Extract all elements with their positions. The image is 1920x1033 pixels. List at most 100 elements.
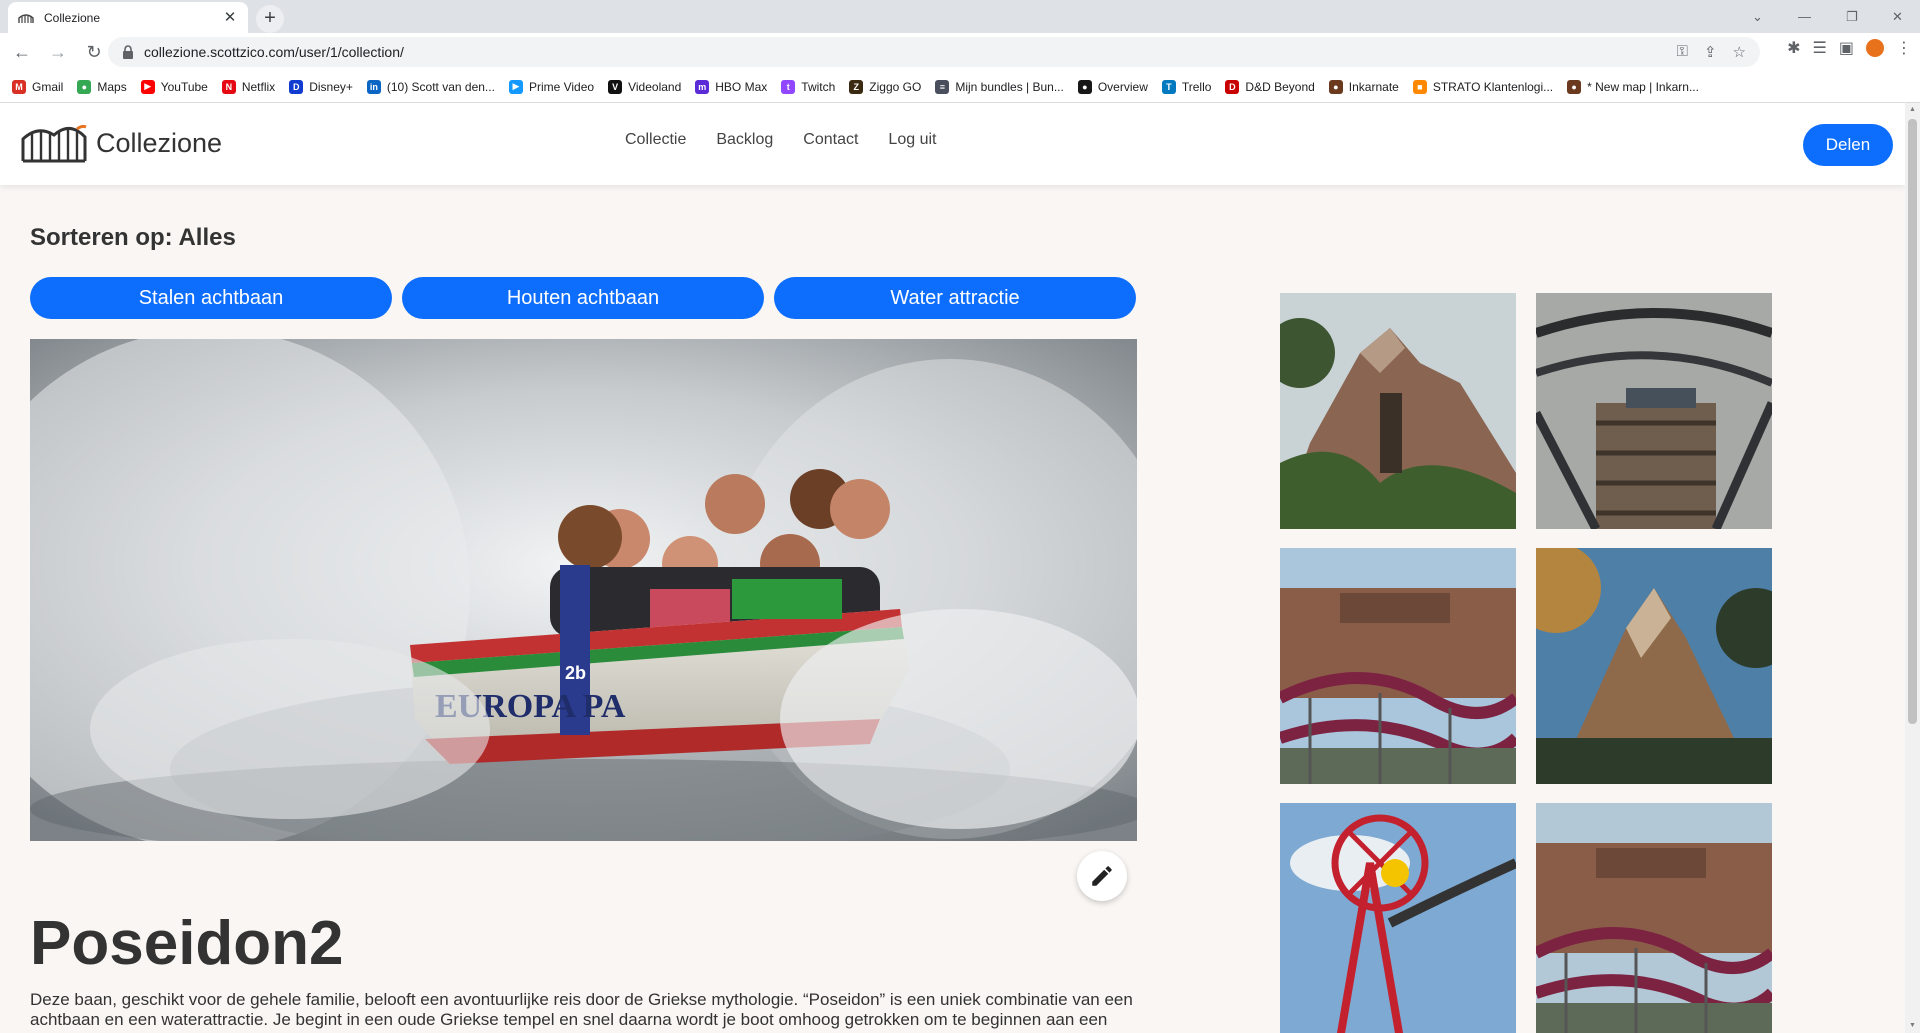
bookmark-label: HBO Max [715, 79, 768, 94]
bookmark-item[interactable]: ● Overview [1077, 79, 1148, 94]
linkedin-icon: in [366, 79, 381, 94]
bookmark-label: Maps [97, 79, 127, 94]
bookmark-item[interactable]: D D&D Beyond [1225, 79, 1315, 94]
side-panel-icon[interactable]: ▣ [1839, 38, 1854, 58]
bookmark-label: D&D Beyond [1245, 79, 1315, 94]
nav-log-uit[interactable]: Log uit [888, 131, 936, 149]
bookmark-label: Gmail [32, 79, 64, 94]
gallery-thumb-mountain-coaster[interactable] [1280, 293, 1516, 529]
bookmark-item[interactable]: ● Maps [77, 79, 127, 94]
reload-icon[interactable]: ↻ [80, 38, 108, 66]
bookmark-label: Disney+ [309, 79, 353, 94]
bookmark-item[interactable]: ● Inkarnate [1328, 79, 1399, 94]
scrollbar-thumb[interactable] [1908, 119, 1917, 724]
boat-number: 2b [565, 663, 586, 683]
sort-title: Sorteren op: Alles [30, 224, 236, 251]
gallery-thumb-steel-coaster-station[interactable] [1280, 548, 1516, 784]
prime-video-icon: ▶ [508, 79, 523, 94]
dnd-beyond-icon: D [1225, 79, 1240, 94]
main-nav: Collectie Backlog Contact Log uit [625, 131, 936, 149]
back-icon[interactable]: ← [8, 38, 36, 66]
bookmark-item[interactable]: ● * New map | Inkarn... [1567, 79, 1699, 94]
key-icon[interactable]: ⚿ [1677, 43, 1688, 61]
bookmark-item[interactable]: ▶ YouTube [140, 79, 208, 94]
bookmark-item[interactable]: ▶ Prime Video [508, 79, 594, 94]
inkarnate-icon: ● [1567, 79, 1582, 94]
forward-icon[interactable]: → [44, 38, 72, 66]
bookmark-label: Netflix [241, 79, 276, 94]
ride-title: Poseidon2 [30, 909, 344, 978]
browser-tabbar: Collezione ✕ + ⌄ — ❐ ✕ [0, 0, 1920, 33]
page-scrollbar[interactable]: ▲ ▼ [1905, 103, 1920, 1033]
nav-backlog[interactable]: Backlog [716, 131, 773, 149]
maps-icon: ● [77, 79, 92, 94]
close-window-icon[interactable]: ✕ [1892, 0, 1903, 33]
netflix-icon: N [221, 79, 236, 94]
url-text: collezione.scottzico.com/user/1/collecti… [144, 44, 404, 60]
videoland-icon: V [608, 79, 623, 94]
scroll-down-icon[interactable]: ▼ [1905, 1019, 1920, 1033]
gallery-thumb-wooden-coaster[interactable] [1536, 293, 1772, 529]
extensions-icon[interactable]: ✱ [1787, 38, 1800, 58]
bookmark-star-icon[interactable]: ☆ [1733, 43, 1746, 61]
close-tab-icon[interactable]: ✕ [222, 9, 238, 26]
bookmark-label: Videoland [628, 79, 682, 94]
bookmark-item[interactable]: T Trello [1161, 79, 1212, 94]
bookmark-item[interactable]: N Netflix [221, 79, 276, 94]
youtube-icon: ▶ [140, 79, 155, 94]
address-bar[interactable]: collezione.scottzico.com/user/1/collecti… [108, 37, 1760, 67]
bookmark-label: Mijn bundles | Bun... [955, 79, 1064, 94]
menu-kebab-icon[interactable]: ⋮ [1896, 38, 1912, 58]
bookmark-item[interactable]: t Twitch [781, 79, 836, 94]
bookmark-item[interactable]: ≡ Mijn bundles | Bun... [935, 79, 1064, 94]
bookmark-label: Overview [1097, 79, 1148, 94]
bookmark-label: Inkarnate [1348, 79, 1399, 94]
bookmark-label: (10) Scott van den... [386, 79, 495, 94]
bookmark-item[interactable]: in (10) Scott van den... [366, 79, 495, 94]
tab-search-icon[interactable]: ⌄ [1752, 0, 1763, 33]
new-tab-button[interactable]: + [256, 5, 284, 33]
lock-icon [122, 45, 134, 59]
bookmark-label: Ziggo GO [869, 79, 922, 94]
gmail-icon: M [12, 79, 26, 94]
filter-buttons: Stalen achtbaan Houten achtbaan Water at… [30, 277, 1136, 319]
scroll-up-icon[interactable]: ▲ [1905, 103, 1920, 117]
gallery-thumb-steel-coaster-station-2[interactable] [1536, 803, 1772, 1033]
coaster-logo-icon [21, 124, 87, 163]
profile-avatar-icon[interactable] [1866, 39, 1884, 57]
brand[interactable]: Collezione [20, 123, 222, 163]
bookmark-item[interactable]: ■ STRATO Klantenlogi... [1412, 79, 1554, 94]
bookmark-item[interactable]: D Disney+ [289, 79, 353, 94]
bookmark-label: Trello [1181, 79, 1212, 94]
filter-wooden-coaster-button[interactable]: Houten achtbaan [402, 277, 764, 319]
bookmark-item[interactable]: M Gmail [12, 79, 64, 94]
ride-hero-image: EUROPA PA 2b [30, 339, 1137, 841]
nav-contact[interactable]: Contact [803, 131, 858, 149]
gallery-thumb-rocky-mountain[interactable] [1536, 548, 1772, 784]
browser-tab[interactable]: Collezione ✕ [8, 2, 248, 33]
filter-steel-coaster-button[interactable]: Stalen achtbaan [30, 277, 392, 319]
restore-icon[interactable]: ❐ [1846, 0, 1858, 33]
nav-collectie[interactable]: Collectie [625, 131, 686, 149]
ziggo-icon: Z [849, 79, 864, 94]
inkarnate-icon: ● [1328, 79, 1343, 94]
share-button[interactable]: Delen [1803, 124, 1893, 166]
bookmark-label: Twitch [801, 79, 836, 94]
ride-description: Deze baan, geschikt voor de gehele famil… [30, 990, 1133, 1029]
bookmark-label: YouTube [160, 79, 208, 94]
bookmark-label: STRATO Klantenlogi... [1432, 79, 1554, 94]
pencil-icon [1092, 866, 1112, 886]
bookmark-item[interactable]: V Videoland [608, 79, 682, 94]
trello-icon: T [1161, 79, 1176, 94]
filter-water-ride-button[interactable]: Water attractie [774, 277, 1136, 319]
share-page-icon[interactable]: ⇪ [1704, 43, 1717, 61]
bookmark-item[interactable]: m HBO Max [695, 79, 768, 94]
gallery-thumb-red-tower-coaster[interactable] [1280, 803, 1516, 1033]
reading-list-icon[interactable]: ☰ [1813, 38, 1827, 58]
minimize-icon[interactable]: — [1798, 0, 1811, 33]
site-header: Collezione Collectie Backlog Contact Log… [0, 103, 1905, 185]
bookmark-item[interactable]: Z Ziggo GO [849, 79, 922, 94]
gallery-grid [1280, 293, 1772, 1033]
edit-button[interactable] [1077, 851, 1127, 901]
strato-icon: ■ [1412, 79, 1427, 94]
